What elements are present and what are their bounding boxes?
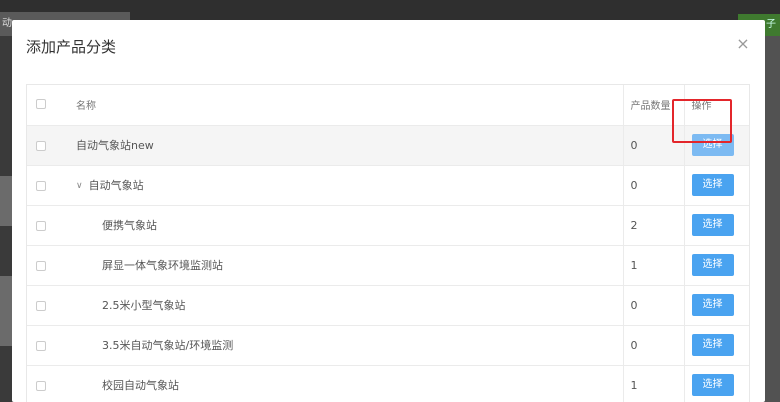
chevron-down-icon[interactable]: ∨ — [76, 181, 83, 191]
row-select-cell[interactable] — [27, 245, 61, 286]
row-name: 校园自动气象站 — [61, 365, 623, 402]
header-count: 产品数量 — [622, 85, 684, 126]
header-select-all[interactable] — [27, 85, 61, 126]
row-checkbox[interactable] — [36, 140, 46, 151]
row-count: 0 — [622, 325, 684, 366]
select-button[interactable]: 选择 — [691, 334, 734, 356]
category-table: 名称 产品数量 操作 自动气象站new 0 选择 ∨ 自动气象站 0 选择 便携气象站 2 选择屏… — [26, 84, 750, 402]
row-name-label: 自动气象站new — [76, 139, 154, 152]
row-checkbox[interactable] — [36, 180, 46, 191]
table-row: 自动气象站new 0 选择 — [27, 125, 749, 166]
row-select-cell[interactable] — [27, 205, 61, 246]
row-name-label: 便携气象站 — [102, 219, 157, 232]
row-count: 2 — [622, 205, 684, 246]
row-operation-cell: 选择 — [683, 245, 749, 286]
row-checkbox[interactable] — [36, 300, 46, 311]
modal-title: 添加产品分类 — [26, 38, 117, 56]
table-row: 屏显一体气象环境监测站 1 选择 — [27, 245, 749, 286]
background-right-panel — [765, 36, 780, 402]
row-operation-cell: 选择 — [683, 365, 749, 402]
row-count: 0 — [622, 285, 684, 326]
table-row: 校园自动气象站 1 选择 — [27, 365, 749, 402]
row-name: 屏显一体气象环境监测站 — [61, 245, 623, 286]
row-operation-cell: 选择 — [683, 285, 749, 326]
row-select-cell[interactable] — [27, 325, 61, 366]
row-name: 自动气象站new — [61, 125, 623, 166]
select-all-checkbox[interactable] — [36, 99, 46, 110]
row-select-cell[interactable] — [27, 285, 61, 326]
row-name-label: 屏显一体气象环境监测站 — [102, 259, 223, 272]
select-button[interactable]: 选择 — [691, 254, 734, 276]
header-operation: 操作 — [683, 85, 749, 126]
row-checkbox[interactable] — [36, 380, 46, 391]
row-name: 便携气象站 — [61, 205, 623, 246]
add-product-category-modal: 添加产品分类 × 名称 产品数量 操作 自动气象站new 0 选择 ∨ 自动气象站 0 选择… — [12, 20, 765, 402]
select-button[interactable]: 选择 — [691, 134, 734, 156]
background-left-panel — [0, 36, 12, 402]
row-operation-cell: 选择 — [683, 125, 749, 166]
table-row: 便携气象站 2 选择 — [27, 205, 749, 246]
header-name: 名称 — [61, 85, 623, 126]
table-row: 2.5米小型气象站 0 选择 — [27, 285, 749, 326]
row-name-label: 3.5米自动气象站/环境监测 — [102, 339, 234, 352]
select-button[interactable]: 选择 — [691, 294, 734, 316]
row-count: 0 — [622, 125, 684, 166]
row-checkbox[interactable] — [36, 260, 46, 271]
row-checkbox[interactable] — [36, 340, 46, 351]
row-count: 0 — [622, 165, 684, 206]
row-name-label: 校园自动气象站 — [102, 379, 179, 392]
row-operation-cell: 选择 — [683, 205, 749, 246]
row-checkbox[interactable] — [36, 220, 46, 231]
row-name-label: 2.5米小型气象站 — [102, 299, 186, 312]
close-icon[interactable]: × — [735, 36, 751, 52]
select-button[interactable]: 选择 — [691, 374, 734, 396]
row-name: 3.5米自动气象站/环境监测 — [61, 325, 623, 366]
row-operation-cell: 选择 — [683, 325, 749, 366]
row-name-label: 自动气象站 — [88, 179, 144, 192]
row-count: 1 — [622, 245, 684, 286]
row-name: ∨ 自动气象站 — [61, 165, 623, 206]
select-button[interactable]: 选择 — [691, 174, 734, 196]
row-name: 2.5米小型气象站 — [61, 285, 623, 326]
table-row: 3.5米自动气象站/环境监测 0 选择 — [27, 325, 749, 366]
row-select-cell[interactable] — [27, 365, 61, 402]
row-count: 1 — [622, 365, 684, 402]
table-row: ∨ 自动气象站 0 选择 — [27, 165, 749, 206]
row-select-cell[interactable] — [27, 165, 61, 206]
row-operation-cell: 选择 — [683, 165, 749, 206]
table-header-row: 名称 产品数量 操作 — [27, 85, 749, 126]
select-button[interactable]: 选择 — [691, 214, 734, 236]
row-select-cell[interactable] — [27, 125, 61, 166]
